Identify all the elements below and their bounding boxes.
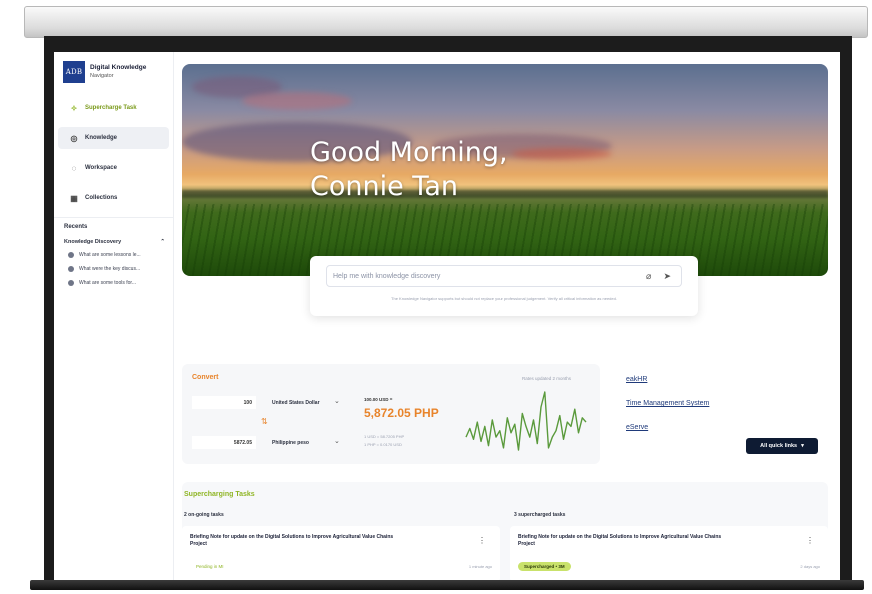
recents-group-knowledge-discovery[interactable]: Knowledge Discovery ⌃ bbox=[54, 239, 173, 245]
chat-bubble-icon bbox=[68, 266, 74, 272]
rate-history-line bbox=[465, 391, 587, 451]
chat-bubble-icon bbox=[68, 252, 74, 258]
to-currency-select[interactable]: Philippine peso bbox=[272, 440, 309, 446]
sidebar-item-label: Collections bbox=[85, 195, 118, 201]
projector-bottom-bar bbox=[30, 580, 864, 590]
sidebar-item-label: Supercharge Task bbox=[85, 105, 137, 111]
sidebar-item-workspace[interactable]: ◌ Workspace bbox=[58, 157, 169, 179]
chevron-down-icon[interactable]: ⌄ bbox=[334, 397, 340, 405]
app-name-title: Digital Knowledge bbox=[90, 64, 147, 71]
rate-note-2: 1 PHP = 0.0170 USD bbox=[364, 442, 402, 447]
hero-cloud bbox=[242, 92, 352, 110]
rate-result: 5,872.05 PHP bbox=[364, 406, 439, 420]
more-vertical-icon[interactable]: ⋮ bbox=[478, 536, 486, 545]
rate-note-1: 1 USD = 58.7205 PHP bbox=[364, 434, 405, 439]
recents-group-label: Knowledge Discovery bbox=[64, 239, 122, 245]
converter-updated: Rates updated 2 months bbox=[522, 376, 572, 381]
currency-converter-card: Convert Rates updated 2 months 100 Unite… bbox=[182, 364, 600, 464]
task-title: Briefing Note for update on the Digital … bbox=[190, 534, 394, 547]
search-input[interactable]: Help me with knowledge discovery ⌀ ➤ bbox=[326, 265, 682, 287]
app-window: ADB Digital Knowledge Navigator ✧ Superc… bbox=[54, 52, 840, 580]
task-card-supercharged[interactable]: Briefing Note for update on the Digital … bbox=[510, 526, 828, 580]
sidebar-item-supercharge-task[interactable]: ✧ Supercharge Task bbox=[58, 97, 169, 119]
task-title: Briefing Note for update on the Digital … bbox=[518, 534, 722, 547]
quick-link-time-management[interactable]: Time Management System bbox=[626, 400, 709, 407]
recent-item[interactable]: What are some lessons le... bbox=[54, 252, 173, 258]
adb-logo: ADB bbox=[63, 61, 85, 83]
more-vertical-icon[interactable]: ⋮ bbox=[806, 536, 814, 545]
projector-screen-housing bbox=[24, 6, 868, 38]
swap-icon[interactable]: ⇅ bbox=[261, 417, 268, 426]
task-status-badge: Supercharged • 3M bbox=[518, 562, 571, 571]
recent-item-label: What were the key discus... bbox=[79, 266, 141, 272]
sidebar-item-label: Knowledge bbox=[85, 135, 118, 141]
task-status-badge: Pending in MI bbox=[196, 564, 224, 569]
sidebar-divider bbox=[54, 217, 173, 218]
sidebar-nav: ✧ Supercharge Task ◎ Knowledge ◌ Workspa… bbox=[54, 97, 173, 209]
recents-heading: Recents bbox=[64, 224, 88, 230]
sidebar: ADB Digital Knowledge Navigator ✧ Superc… bbox=[54, 52, 174, 580]
hero-banner: Good Morning, Connie Tan bbox=[182, 64, 828, 276]
greeting-line-1: Good Morning, bbox=[310, 137, 508, 168]
sidebar-item-collections[interactable]: ▦ Collections bbox=[58, 187, 169, 209]
task-timestamp: 2 days ago bbox=[800, 564, 820, 569]
recent-item-label: What are some lessons le... bbox=[79, 252, 141, 258]
recent-item[interactable]: What are some tools for... bbox=[54, 280, 173, 286]
hero-cloud bbox=[512, 148, 612, 160]
greeting: Good Morning, Connie Tan bbox=[310, 136, 508, 204]
rate-history-chart bbox=[465, 391, 587, 451]
supercharging-tasks-section: Supercharging Tasks 2 on-going tasks 3 s… bbox=[182, 482, 828, 580]
projector-scene: ADB Digital Knowledge Navigator ✧ Superc… bbox=[0, 0, 872, 594]
caret-down-icon: ▾ bbox=[801, 443, 804, 449]
quick-link-eserve[interactable]: eServe bbox=[626, 424, 648, 431]
greeting-user-name: Connie Tan bbox=[310, 171, 458, 202]
sidebar-item-knowledge[interactable]: ◎ Knowledge bbox=[58, 127, 169, 149]
to-amount-input[interactable]: 5872.05 bbox=[192, 436, 256, 449]
main-content: Good Morning, Connie Tan Help me with kn… bbox=[182, 64, 828, 580]
converter-title: Convert bbox=[192, 374, 219, 381]
search-card: Help me with knowledge discovery ⌀ ➤ The… bbox=[310, 256, 698, 316]
recent-item-label: What are some tools for... bbox=[79, 280, 136, 286]
app-name-subtitle: Navigator bbox=[90, 73, 114, 79]
ongoing-tasks-heading: 2 on-going tasks bbox=[184, 512, 224, 518]
task-card-ongoing[interactable]: Briefing Note for update on the Digital … bbox=[182, 526, 500, 580]
chat-icon: ◌ bbox=[71, 163, 77, 173]
paperclip-icon[interactable]: ⌀ bbox=[646, 271, 651, 282]
search-disclaimer: The Knowledge Navigator supports but sho… bbox=[391, 296, 617, 301]
from-amount-input[interactable]: 100 bbox=[192, 396, 256, 409]
sparkle-icon: ✧ bbox=[70, 103, 78, 113]
chevron-down-icon[interactable]: ⌄ bbox=[334, 437, 340, 445]
supercharged-tasks-heading: 3 supercharged tasks bbox=[514, 512, 566, 518]
quick-link-eakhr[interactable]: eakHR bbox=[626, 376, 647, 383]
chevron-up-icon: ⌃ bbox=[160, 239, 165, 245]
task-timestamp: 1 minute ago bbox=[468, 564, 492, 569]
search-placeholder: Help me with knowledge discovery bbox=[333, 272, 441, 280]
recent-item[interactable]: What were the key discus... bbox=[54, 266, 173, 272]
tasks-title: Supercharging Tasks bbox=[184, 491, 255, 498]
all-quick-links-button[interactable]: All quick links ▾ bbox=[746, 438, 818, 454]
from-currency-select[interactable]: United States Dollar bbox=[272, 400, 320, 406]
rate-source-amount: 100.00 USD = bbox=[364, 397, 393, 402]
compass-icon: ◎ bbox=[70, 133, 78, 143]
app-name: Digital Knowledge Navigator bbox=[90, 64, 160, 80]
brand[interactable]: ADB Digital Knowledge Navigator bbox=[54, 52, 173, 83]
send-icon[interactable]: ➤ bbox=[663, 271, 671, 282]
grid-icon: ▦ bbox=[70, 193, 78, 203]
sidebar-item-label: Workspace bbox=[85, 165, 117, 171]
all-quick-links-label: All quick links bbox=[760, 443, 798, 449]
chat-bubble-icon bbox=[68, 280, 74, 286]
